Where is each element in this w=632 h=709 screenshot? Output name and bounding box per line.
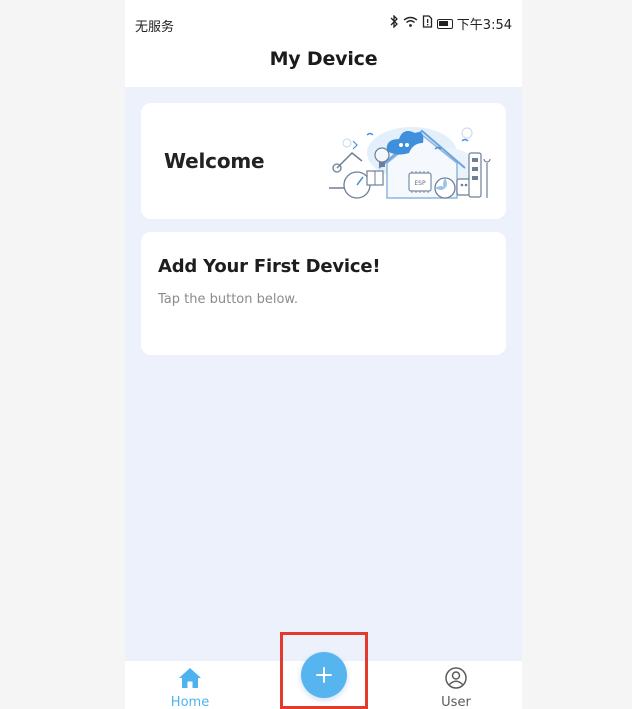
user-icon (445, 667, 467, 693)
nav-user-button[interactable]: User (431, 667, 481, 709)
nav-user-label: User (441, 695, 471, 709)
status-time: 下午3:54 (456, 18, 512, 33)
nav-home-button[interactable]: Home (165, 667, 215, 709)
phone-screen: 无服务 下午3:54 My Device Welcome ESP Add You… (125, 0, 522, 709)
add-device-subtitle: Tap the button below. (158, 292, 299, 307)
page-title: My Device (269, 48, 378, 70)
nav-home-label: Home (170, 695, 210, 709)
home-icon (178, 668, 202, 693)
carrier-text: 无服务 (135, 20, 175, 35)
app-header: 无服务 下午3:54 My Device (125, 0, 522, 87)
wifi-icon (403, 16, 418, 32)
bluetooth-icon (390, 14, 399, 32)
sim-icon (422, 15, 433, 32)
status-bar: 无服务 下午3:54 (125, 0, 522, 44)
status-icons: 下午3:54 (390, 14, 512, 33)
add-button-highlight-box (280, 632, 368, 709)
esp-chip-label: ESP (414, 180, 426, 187)
welcome-card: Welcome ESP (141, 103, 506, 219)
add-device-card: Add Your First Device! Tap the button be… (141, 232, 506, 355)
add-device-title: Add Your First Device! (158, 256, 381, 277)
welcome-title: Welcome (164, 149, 265, 173)
battery-icon (436, 18, 453, 29)
smart-home-illustration: ESP (317, 113, 497, 211)
